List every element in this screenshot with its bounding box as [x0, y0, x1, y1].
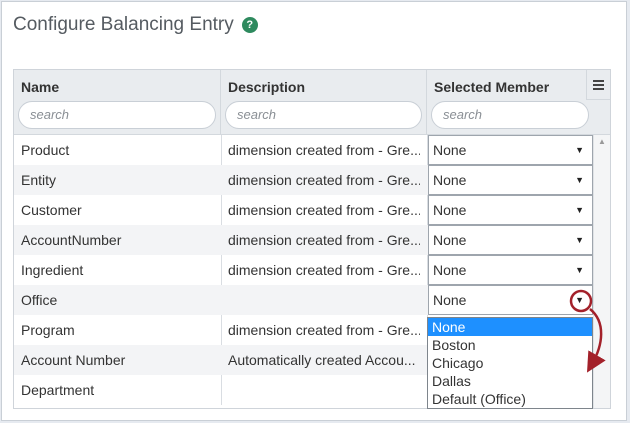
- table-row[interactable]: Ingredient dimension created from - Gre.…: [14, 255, 593, 285]
- row-name: Ingredient: [21, 262, 84, 278]
- row-description: dimension created from - Gre...: [228, 172, 420, 188]
- caret-down-icon: ▼: [575, 205, 584, 215]
- dropdown-option-chicago[interactable]: Chicago: [428, 354, 592, 372]
- member-select-value: None: [433, 262, 467, 278]
- row-name: Program: [21, 322, 75, 338]
- member-select-value: None: [433, 202, 467, 218]
- vertical-scrollbar[interactable]: ▲: [593, 135, 610, 408]
- row-name: Account Number: [21, 352, 126, 368]
- member-select[interactable]: None ▼: [428, 195, 593, 225]
- dropdown-option-none[interactable]: None: [428, 318, 592, 336]
- scroll-up-icon[interactable]: ▲: [598, 137, 606, 146]
- member-select-value: None: [433, 232, 467, 248]
- caret-down-icon: ▼: [575, 235, 584, 245]
- row-description: dimension created from - Gre...: [228, 322, 420, 338]
- row-description: dimension created from - Gre...: [228, 262, 420, 278]
- row-description: Automatically created Accou...: [228, 352, 416, 368]
- dropdown-option-boston[interactable]: Boston: [428, 336, 592, 354]
- table-row[interactable]: Customer dimension created from - Gre...…: [14, 195, 593, 225]
- title-row: Configure Balancing Entry ?: [13, 12, 258, 38]
- row-name: Customer: [21, 202, 82, 218]
- office-member-dropdown-list[interactable]: None Boston Chicago Dallas Default (Offi…: [427, 317, 593, 409]
- column-header-selected-member: Selected Member search: [427, 70, 589, 134]
- member-select[interactable]: None ▼: [428, 255, 593, 285]
- row-name: Entity: [21, 172, 57, 188]
- row-name: AccountNumber: [21, 232, 122, 248]
- grid-header: Name search Description search Selected …: [14, 70, 610, 135]
- member-select-value: None: [433, 292, 467, 308]
- member-select[interactable]: None ▼: [428, 135, 593, 165]
- column-label-selected-member: Selected Member: [434, 79, 550, 95]
- row-name: Department: [21, 382, 95, 398]
- row-description: dimension created from - Gre...: [228, 202, 420, 218]
- dropdown-option-default-office[interactable]: Default (Office): [428, 390, 592, 408]
- help-icon[interactable]: ?: [241, 17, 258, 33]
- table-row[interactable]: Product dimension created from - Gre... …: [14, 135, 593, 165]
- row-description: [228, 285, 420, 315]
- search-input-name[interactable]: search: [18, 101, 216, 129]
- row-description: dimension created from - Gre...: [228, 232, 420, 248]
- page-title: Configure Balancing Entry: [13, 14, 234, 35]
- row-description: [228, 375, 420, 405]
- column-label-description: Description: [228, 79, 306, 95]
- help-icon-glyph: ?: [246, 19, 254, 31]
- table-row[interactable]: AccountNumber dimension created from - G…: [14, 225, 593, 255]
- caret-down-icon: ▼: [575, 265, 584, 275]
- table-row[interactable]: Office None ▼: [14, 285, 593, 315]
- search-input-description[interactable]: search: [225, 101, 422, 129]
- row-description: dimension created from - Gre...: [228, 142, 420, 158]
- row-name: Office: [21, 292, 58, 308]
- search-input-selected-member[interactable]: search: [431, 101, 589, 129]
- member-select[interactable]: None ▼: [428, 225, 593, 255]
- column-header-description: Description search: [221, 70, 427, 134]
- member-select-office[interactable]: None ▼: [428, 285, 593, 315]
- caret-down-icon: ▼: [575, 295, 584, 305]
- configure-balancing-entry-dialog: Configure Balancing Entry ? Name search …: [1, 1, 627, 421]
- hamburger-menu-icon: [593, 78, 604, 92]
- column-menu-button[interactable]: [586, 70, 610, 100]
- member-select-value: None: [433, 172, 467, 188]
- caret-down-icon: ▼: [575, 145, 584, 155]
- row-name: Product: [21, 142, 70, 158]
- member-select-value: None: [433, 142, 467, 158]
- caret-down-icon: ▼: [575, 175, 584, 185]
- table-row[interactable]: Entity dimension created from - Gre... N…: [14, 165, 593, 195]
- column-label-name: Name: [21, 79, 60, 95]
- column-header-name: Name search: [14, 70, 221, 134]
- dropdown-option-dallas[interactable]: Dallas: [428, 372, 592, 390]
- member-select[interactable]: None ▼: [428, 165, 593, 195]
